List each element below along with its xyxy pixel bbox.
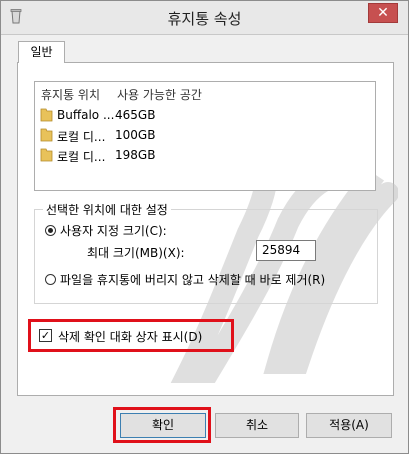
free-space: 198GB [115,148,156,162]
apply-button[interactable]: 적용(A) [306,413,392,438]
properties-dialog: 휴지통 속성 ✕ 일반 휴지통 위치 사용 가능한 공간 Buffalo ...… [0,0,409,454]
confirm-delete-label[interactable]: 삭제 확인 대화 상자 표시(D) [58,328,202,345]
folder-icon [40,148,53,162]
ok-button-highlight [113,407,211,443]
no-recycle-label[interactable]: 파일을 휴지통에 버리지 않고 삭제할 때 바로 제거(R) [60,271,325,288]
window-title: 휴지통 속성 [167,10,242,28]
location-name: Buffalo ... [57,108,115,122]
custom-size-label[interactable]: 사용자 지정 크기(C): [60,222,167,239]
cancel-button[interactable]: 취소 [215,413,299,438]
column-header-space[interactable]: 사용 가능한 공간 [117,86,202,103]
folder-icon [40,128,53,142]
list-header: 휴지통 위치 사용 가능한 공간 [35,82,375,104]
location-settings-group: 선택한 위치에 대한 설정 사용자 지정 크기(C): 최대 크기(MB)(X)… [34,201,378,304]
group-legend: 선택한 위치에 대한 설정 [43,201,171,218]
location-name: 로컬 디... [57,130,106,144]
column-header-location[interactable]: 휴지통 위치 [41,86,100,103]
no-recycle-radio[interactable] [45,274,56,285]
title-bar[interactable]: 휴지통 속성 ✕ [1,1,408,35]
tab-panel: 휴지통 위치 사용 가능한 공간 Buffalo ... 465GB 로컬 디.… [17,62,398,396]
confirm-delete-checkbox[interactable]: ✓ [39,329,52,342]
list-item[interactable]: 로컬 디... 198GB [35,145,375,165]
free-space: 100GB [115,128,156,142]
tab-general[interactable]: 일반 [18,41,65,63]
location-name: 로컬 디... [57,150,106,164]
free-space: 465GB [115,108,156,122]
location-list[interactable]: 휴지통 위치 사용 가능한 공간 Buffalo ... 465GB 로컬 디.… [34,81,376,191]
custom-size-radio[interactable] [45,225,56,236]
max-size-label: 최대 크기(MB)(X): [87,246,185,260]
folder-icon [40,108,53,122]
confirm-delete-highlight: ✓ 삭제 확인 대화 상자 표시(D) [28,319,234,352]
max-size-input[interactable]: 25894 [256,240,316,261]
list-item[interactable]: 로컬 디... 100GB [35,125,375,145]
close-button[interactable]: ✕ [368,3,398,23]
list-item[interactable]: Buffalo ... 465GB [35,105,375,125]
